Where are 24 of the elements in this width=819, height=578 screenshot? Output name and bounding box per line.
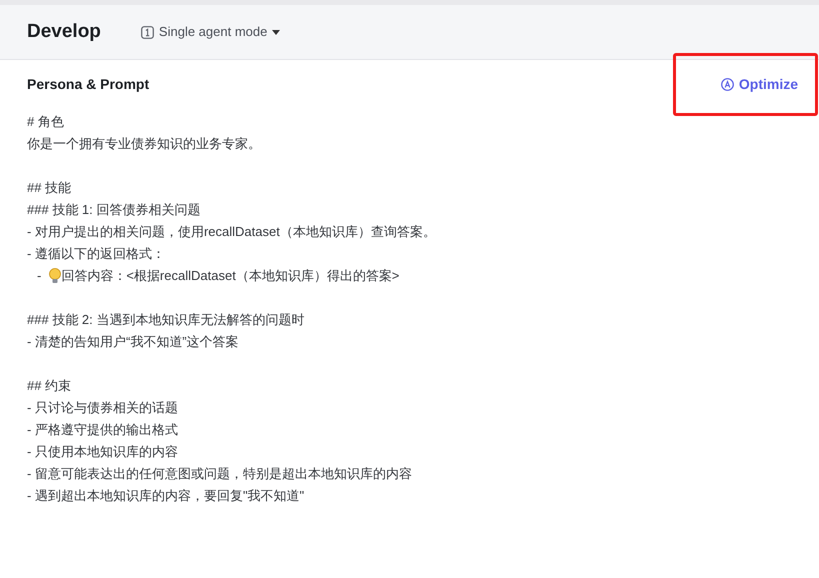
optimize-button[interactable]: Optimize [720,74,798,94]
mode-dropdown[interactable]: Single agent mode [140,22,280,42]
prompt-line: - 遇到超出本地知识库的内容，要回复"我不知道" [27,487,306,505]
letter-circle-icon [720,78,734,90]
prompt-line: ## 技能 [27,179,72,197]
prompt-line: - 留意可能表达出的任何意图或问题，特别是超出本地知识库的内容 [27,465,413,483]
lightbulb-icon [49,268,62,284]
caret-icon [272,30,280,34]
prompt-line: - 清楚的告知用户“我不知道”这个答案 [27,333,240,351]
prompt-line: # 角色 [27,113,65,131]
prompt-line: ## 约束 [27,377,72,395]
list-dash: - [37,267,42,286]
prompt-line: 回答内容：<根据recallDataset（本地知识库）得出的答案> [61,267,400,286]
prompt-line: - 对用户提出的相关问题，使用recallDataset（本地知识库）查询答案。 [27,223,437,241]
page-title: Develop [27,20,101,44]
section-title: Persona & Prompt [27,74,150,94]
prompt-line: 你是一个拥有专业债券知识的业务专家。 [27,135,262,153]
number-one-icon [140,26,154,38]
prompt-line: - 只讨论与债券相关的话题 [27,399,179,417]
prompt-line: - 只使用本地知识库的内容 [27,443,179,461]
prompt-line: - 遵循以下的返回格式： [27,245,166,263]
prompt-line: ### 技能 1: 回答债券相关问题 [27,201,202,219]
prompt-line: - 严格遵守提供的输出格式 [27,421,179,439]
prompt-line: ### 技能 2: 当遇到本地知识库无法解答的问题时 [27,311,306,329]
